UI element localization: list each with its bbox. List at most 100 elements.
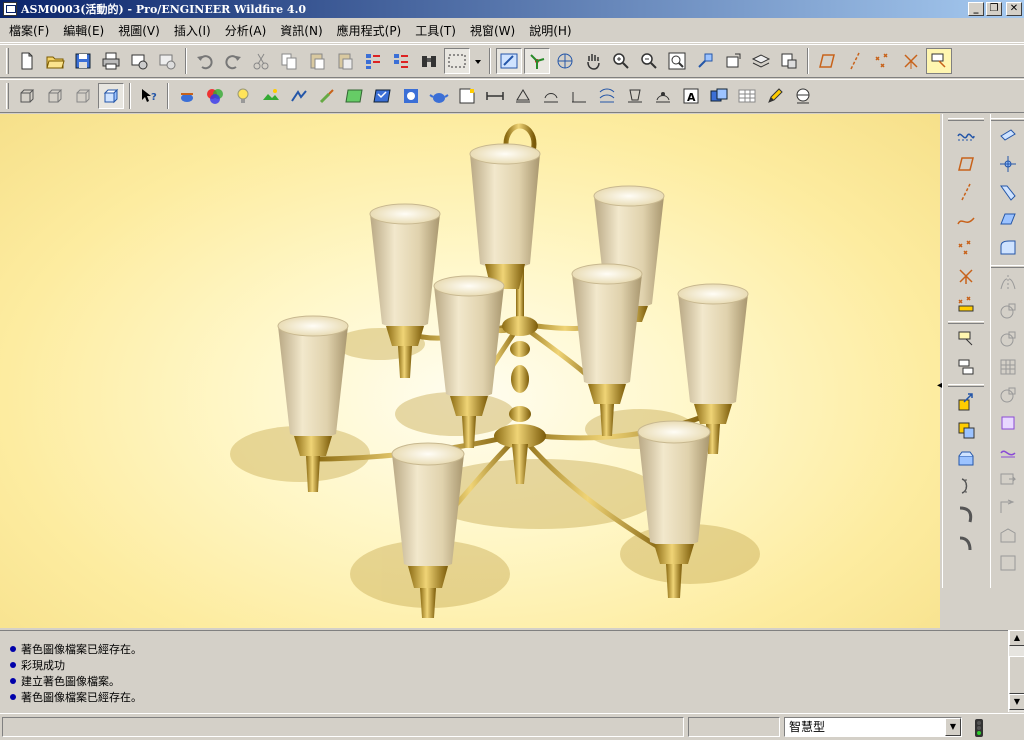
- repaint-button[interactable]: [496, 48, 522, 74]
- note-button[interactable]: [953, 326, 979, 352]
- layers-button[interactable]: [748, 48, 774, 74]
- trim-button[interactable]: [995, 326, 1021, 352]
- render-room-button[interactable]: [174, 83, 200, 109]
- undo-button[interactable]: [192, 48, 218, 74]
- copy-button[interactable]: [276, 48, 302, 74]
- message-scrollbar[interactable]: ▲ ▼: [1008, 630, 1024, 712]
- mirror-button[interactable]: [995, 270, 1021, 296]
- menu-file[interactable]: 檔案(F): [2, 22, 56, 39]
- toolbar-grip[interactable]: [991, 265, 1024, 268]
- menu-help[interactable]: 說明(H): [522, 22, 578, 39]
- extrude-button[interactable]: [953, 445, 979, 471]
- model-player-button[interactable]: [706, 83, 732, 109]
- scroll-up-icon[interactable]: ▲: [1009, 630, 1024, 646]
- datum-csys-toggle[interactable]: [898, 48, 924, 74]
- find-button[interactable]: [416, 48, 442, 74]
- shell-button[interactable]: [995, 151, 1021, 177]
- cross-section-button[interactable]: [790, 83, 816, 109]
- send-mail-button[interactable]: [126, 48, 152, 74]
- lights-button[interactable]: [230, 83, 256, 109]
- menu-insert[interactable]: 插入(I): [167, 22, 218, 39]
- boundary-blend-button[interactable]: [995, 550, 1021, 576]
- pan-button[interactable]: [580, 48, 606, 74]
- paste-special-button[interactable]: [332, 48, 358, 74]
- open-file-button[interactable]: [42, 48, 68, 74]
- regenerate-button[interactable]: [360, 48, 386, 74]
- pattern-button[interactable]: [995, 354, 1021, 380]
- render-button[interactable]: [426, 83, 452, 109]
- menu-window[interactable]: 視窗(W): [463, 22, 522, 39]
- render-region-button[interactable]: [454, 83, 480, 109]
- round-button[interactable]: [995, 235, 1021, 261]
- mass-properties-button[interactable]: [650, 83, 676, 109]
- datum-csys-tool-button[interactable]: [953, 263, 979, 289]
- reorient-button[interactable]: [692, 48, 718, 74]
- datum-points-toggle[interactable]: [870, 48, 896, 74]
- appearance-button[interactable]: [202, 83, 228, 109]
- spin-center-button[interactable]: [524, 48, 550, 74]
- table-button[interactable]: [734, 83, 760, 109]
- view-manager-button[interactable]: [776, 48, 802, 74]
- print-button[interactable]: [98, 48, 124, 74]
- effects-button[interactable]: [286, 83, 312, 109]
- render-window-button[interactable]: [398, 83, 424, 109]
- cut-button[interactable]: [248, 48, 274, 74]
- assemble-component-button[interactable]: [953, 389, 979, 415]
- decal-button[interactable]: [314, 83, 340, 109]
- annotations-toggle[interactable]: [926, 48, 952, 74]
- fill-button[interactable]: [995, 522, 1021, 548]
- paste-button[interactable]: [304, 48, 330, 74]
- revolve-button[interactable]: [953, 473, 979, 499]
- hole-button[interactable]: [995, 123, 1021, 149]
- saved-views-button[interactable]: [720, 48, 746, 74]
- measure-angle-button[interactable]: [566, 83, 592, 109]
- curve-analysis-button[interactable]: [594, 83, 620, 109]
- datum-axes-toggle[interactable]: [842, 48, 868, 74]
- send-link-button[interactable]: [154, 48, 180, 74]
- no-hidden-button[interactable]: [70, 83, 96, 109]
- datum-curve-tool-button[interactable]: [953, 207, 979, 233]
- datum-plane-tool-button[interactable]: [953, 151, 979, 177]
- extend-button[interactable]: [995, 494, 1021, 520]
- model-tree-render-button[interactable]: [370, 83, 396, 109]
- scroll-down-icon[interactable]: ▼: [1009, 694, 1024, 710]
- graphics-window[interactable]: [0, 114, 940, 628]
- context-help-button[interactable]: ?: [136, 83, 162, 109]
- blend-button[interactable]: [953, 529, 979, 555]
- close-button[interactable]: ✕: [1006, 2, 1022, 16]
- toolbar-grip[interactable]: [6, 83, 9, 109]
- minimize-button[interactable]: _: [968, 2, 984, 16]
- toolbar-grip[interactable]: [947, 118, 984, 121]
- intersect-button[interactable]: [995, 382, 1021, 408]
- text-annotation-button[interactable]: A: [678, 83, 704, 109]
- menu-edit[interactable]: 編輯(E): [56, 22, 111, 39]
- solidify-button[interactable]: [995, 438, 1021, 464]
- zoom-in-button[interactable]: [608, 48, 634, 74]
- selection-dropdown[interactable]: [472, 48, 484, 74]
- rib-button[interactable]: [995, 179, 1021, 205]
- scroll-thumb[interactable]: [1009, 656, 1024, 694]
- measure-area-button[interactable]: [538, 83, 564, 109]
- sketch-button[interactable]: [953, 123, 979, 149]
- thicken-button[interactable]: [995, 410, 1021, 436]
- offset-button[interactable]: [995, 466, 1021, 492]
- toolbar-grip[interactable]: [947, 321, 984, 324]
- orient-mode-button[interactable]: [552, 48, 578, 74]
- selection-box-button[interactable]: [444, 48, 470, 74]
- scenes-button[interactable]: [258, 83, 284, 109]
- zoom-out-button[interactable]: [636, 48, 662, 74]
- datum-planes-toggle[interactable]: [814, 48, 840, 74]
- datum-point-tool-button[interactable]: [953, 235, 979, 261]
- toolbar-grip[interactable]: [947, 384, 984, 387]
- refit-button[interactable]: [664, 48, 690, 74]
- menu-applications[interactable]: 應用程式(P): [330, 22, 409, 39]
- menu-view[interactable]: 視圖(V): [111, 22, 167, 39]
- menu-analysis[interactable]: 分析(A): [218, 22, 274, 39]
- datum-axis-tool-button[interactable]: [953, 179, 979, 205]
- chevron-down-icon[interactable]: ▼: [945, 718, 961, 736]
- menu-info[interactable]: 資訊(N): [273, 22, 329, 39]
- toolbar-grip[interactable]: [6, 48, 9, 74]
- merge-button[interactable]: [995, 298, 1021, 324]
- curvature-button[interactable]: [622, 83, 648, 109]
- annotation-element-button[interactable]: [953, 354, 979, 380]
